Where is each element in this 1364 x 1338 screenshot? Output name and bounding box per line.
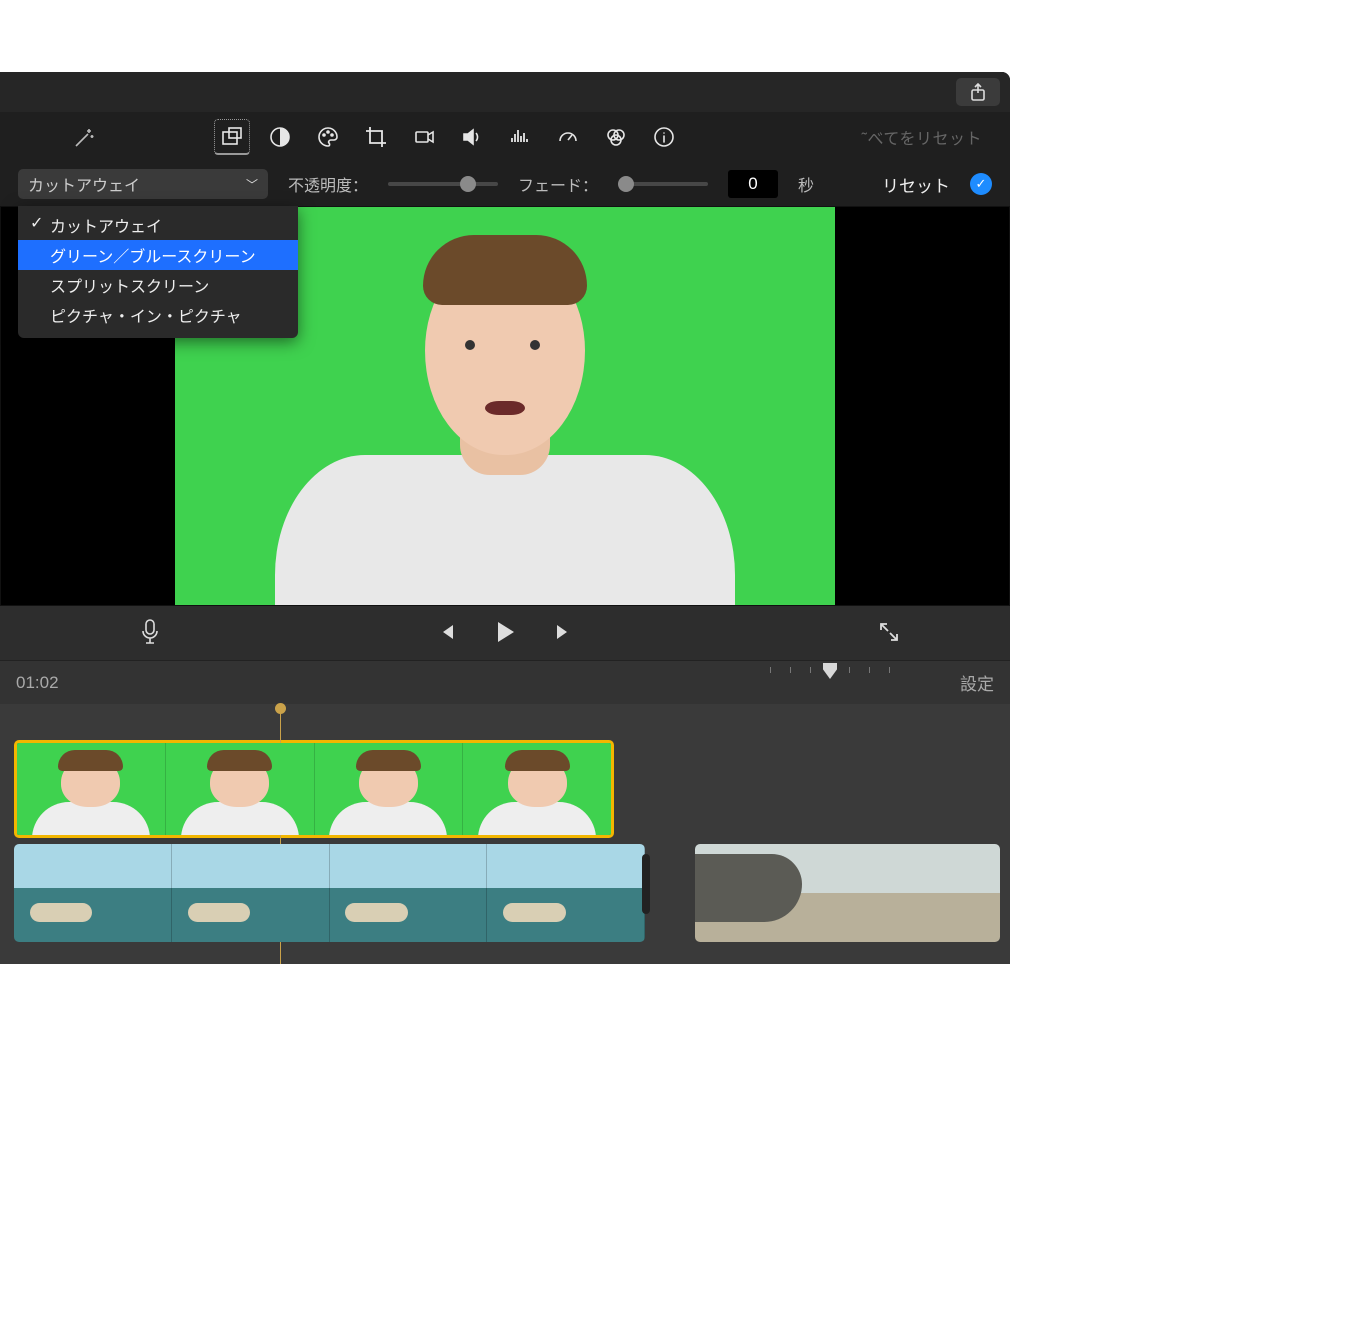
volume-button[interactable] — [454, 119, 490, 155]
expand-icon — [878, 621, 900, 643]
apply-check-button[interactable]: ✓ — [970, 173, 992, 195]
gauge-icon — [557, 126, 579, 148]
clip-thumbnail — [463, 743, 611, 835]
dropdown-item-greenscreen[interactable]: グリーン／ブルースクリーン — [18, 240, 298, 270]
playback-bar — [0, 606, 1010, 660]
crop-icon — [365, 126, 387, 148]
overlay-clip-selected[interactable] — [14, 740, 614, 838]
filters-button[interactable] — [598, 119, 634, 155]
share-icon — [970, 83, 986, 101]
opacity-slider[interactable] — [388, 182, 498, 186]
timecode-label: 01:02 — [16, 673, 59, 693]
share-button[interactable] — [956, 78, 1000, 106]
enhance-wand-button[interactable] — [72, 126, 96, 153]
reset-button-label[interactable]: リセット — [882, 172, 950, 197]
overlay-mode-dropdown: カットアウェイ グリーン／ブルースクリーン スプリットスクリーン ピクチャ・イン… — [18, 206, 298, 338]
overlay-inspector-button[interactable] — [214, 119, 250, 155]
fade-slider[interactable] — [618, 182, 708, 186]
skip-back-icon — [435, 621, 457, 643]
check-icon: ✓ — [976, 176, 987, 192]
opacity-slider-knob[interactable] — [460, 176, 476, 192]
clip-thumbnail — [172, 844, 330, 942]
timeline-zoom-slider[interactable] — [770, 675, 890, 679]
skip-forward-icon — [553, 621, 575, 643]
palette-icon — [317, 126, 339, 148]
clip-thumbnail — [166, 743, 315, 835]
overlay-controls: カットアウェイ ﹀ 不透明度： フェード： 0 秒 リセット ✓ — [0, 162, 1010, 206]
play-icon — [491, 618, 519, 646]
reset-all-label[interactable]: ˜べてをリセット — [862, 125, 982, 149]
stabilize-button[interactable] — [406, 119, 442, 155]
overlay-mode-combo[interactable]: カットアウェイ ﹀ — [18, 169, 268, 199]
info-button[interactable] — [646, 119, 682, 155]
speed-button[interactable] — [550, 119, 586, 155]
clip-thumbnail — [315, 743, 464, 835]
preview-subject — [345, 245, 665, 605]
dropdown-item-cutaway[interactable]: カットアウェイ — [18, 210, 298, 240]
inspector-toolbar: ˜べてをリセット — [0, 112, 1010, 162]
dropdown-item-pip[interactable]: ピクチャ・イン・ピクチャ — [18, 300, 298, 330]
half-circle-icon — [269, 126, 291, 148]
timeline-scroll-handle[interactable] — [642, 854, 650, 914]
clip-thumbnail — [14, 844, 172, 942]
fade-slider-knob[interactable] — [618, 176, 634, 192]
dropdown-item-splitscreen[interactable]: スプリットスクリーン — [18, 270, 298, 300]
play-button[interactable] — [491, 618, 519, 649]
overlay-icon — [221, 126, 243, 148]
fullscreen-button[interactable] — [878, 621, 900, 646]
wand-icon — [72, 126, 96, 150]
timeline-settings-button[interactable]: 設定 — [960, 670, 994, 695]
voiceover-button[interactable] — [140, 619, 160, 648]
color-balance-button[interactable] — [262, 119, 298, 155]
seconds-unit: 秒 — [798, 172, 814, 196]
fade-seconds-field[interactable]: 0 — [728, 170, 778, 198]
timeline-header: 01:02 設定 — [0, 660, 1010, 704]
prev-frame-button[interactable] — [435, 621, 457, 646]
noise-reduction-button[interactable] — [502, 119, 538, 155]
timeline[interactable] — [0, 704, 1010, 964]
overlay-mode-value: カットアウェイ — [28, 172, 140, 196]
video-editor-window: ˜べてをリセット カットアウェイ ﹀ 不透明度： フェード： 0 秒 リセット … — [0, 72, 1010, 964]
secondary-clip[interactable] — [695, 844, 1000, 942]
fade-label: フェード： — [518, 172, 598, 196]
crop-button[interactable] — [358, 119, 394, 155]
color-correction-button[interactable] — [310, 119, 346, 155]
clip-thumbnail — [17, 743, 166, 835]
speaker-icon — [461, 126, 483, 148]
main-clip[interactable] — [14, 844, 645, 942]
zoom-slider-knob[interactable] — [823, 663, 837, 679]
equalizer-icon — [509, 126, 531, 148]
camera-icon — [413, 126, 435, 148]
venn-icon — [605, 126, 627, 148]
chevron-down-icon: ﹀ — [246, 176, 258, 193]
next-frame-button[interactable] — [553, 621, 575, 646]
info-icon — [653, 126, 675, 148]
titlebar — [0, 72, 1010, 112]
clip-thumbnail — [330, 844, 488, 942]
opacity-label: 不透明度： — [288, 172, 368, 196]
microphone-icon — [140, 619, 160, 645]
clip-thumbnail — [487, 844, 645, 942]
